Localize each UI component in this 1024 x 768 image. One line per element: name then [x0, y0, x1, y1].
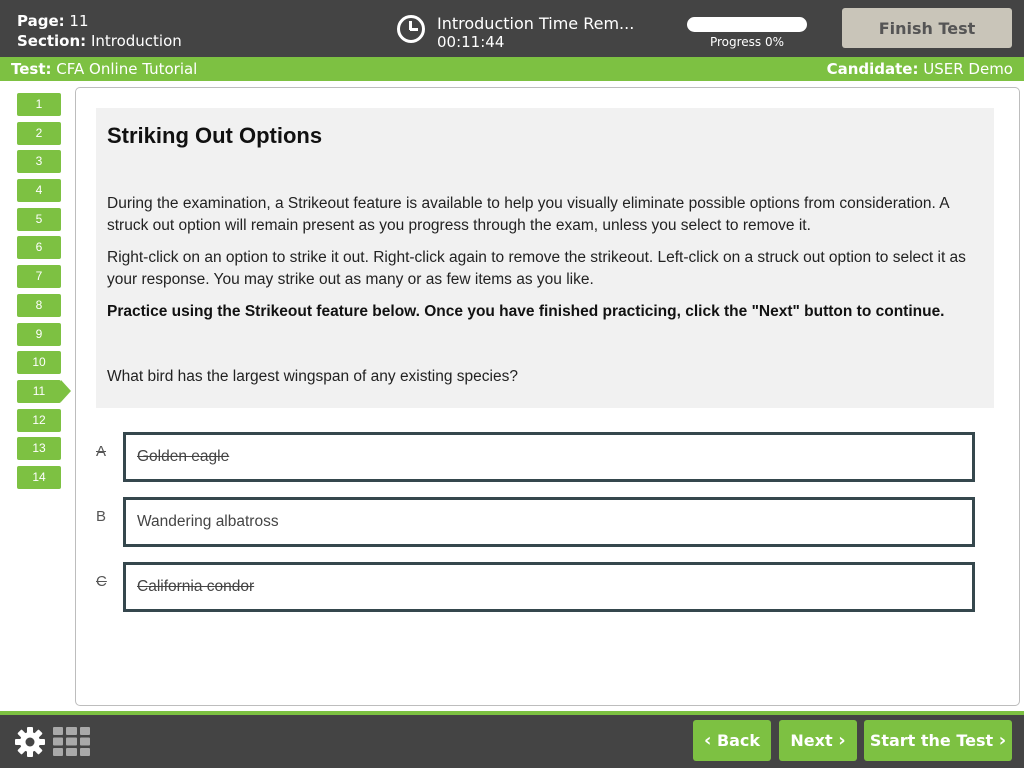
test-info: Test: CFA Online Tutorial — [11, 57, 197, 81]
next-button[interactable]: Next › — [779, 720, 857, 761]
section-label: Section: — [17, 32, 87, 50]
chevron-right-icon: › — [998, 730, 1007, 751]
option-a[interactable]: Golden eagle — [123, 432, 975, 482]
option-letter-c: C — [96, 573, 107, 590]
option-a-text: Golden eagle — [137, 448, 230, 465]
next-label: Next — [790, 731, 833, 750]
nav-item-2[interactable]: 2 — [17, 121, 61, 145]
nav-item-5[interactable]: 5 — [17, 207, 61, 231]
candidate-name: USER Demo — [923, 60, 1013, 78]
nav-item-11[interactable]: 11 — [17, 379, 71, 403]
back-label: Back — [716, 731, 761, 750]
chevron-right-icon: › — [838, 730, 846, 751]
test-name: CFA Online Tutorial — [56, 60, 198, 78]
option-c-text: California condor — [137, 578, 255, 595]
nav-item-1[interactable]: 1 — [17, 93, 61, 116]
start-label: Start the Test — [869, 731, 994, 750]
page-number: 11 — [69, 12, 89, 30]
chevron-left-icon: ‹ — [703, 730, 712, 751]
instruction-paragraph-2: Right-click on an option to strike it ou… — [107, 249, 966, 288]
progress-label: Progress 0% — [709, 35, 785, 49]
nav-item-10[interactable]: 10 — [17, 351, 61, 375]
clock-icon — [397, 15, 425, 43]
section-name: Introduction — [90, 32, 182, 50]
candidate-label: Candidate: — [826, 60, 919, 78]
nav-item-9[interactable]: 9 — [17, 322, 61, 346]
nav-item-7[interactable]: 7 — [17, 265, 61, 289]
option-c[interactable]: California condor — [123, 562, 975, 612]
instruction-paragraph-1: During the examination, a Strikeout feat… — [107, 195, 949, 234]
nav-item-3[interactable]: 3 — [17, 150, 61, 174]
timer-title: Introduction Time Rem... — [437, 14, 635, 33]
test-label: Test: — [11, 60, 52, 78]
page-navigation: 1 2 3 4 5 6 7 8 9 10 11 12 13 14 — [17, 93, 72, 495]
option-letter-a: A — [96, 443, 107, 460]
candidate-info: Candidate: USER Demo — [827, 57, 1013, 81]
back-button[interactable]: ‹ Back — [693, 720, 771, 761]
option-b[interactable]: Wandering albatross — [123, 497, 975, 547]
timer-value: 00:11:44 — [437, 33, 505, 51]
content-panel: Striking Out Options During the examinat… — [75, 87, 1020, 706]
grid-icon[interactable] — [53, 727, 90, 756]
start-test-button[interactable]: Start the Test › — [864, 720, 1012, 761]
question-title: Striking Out Options — [107, 123, 323, 148]
option-letter-b: B — [96, 508, 107, 525]
instruction-paragraph-3: Practice using the Strikeout feature bel… — [107, 303, 945, 320]
nav-item-13[interactable]: 13 — [17, 437, 61, 461]
progress-bar — [687, 17, 807, 32]
nav-item-4[interactable]: 4 — [17, 179, 61, 203]
question-prompt: What bird has the largest wingspan of an… — [107, 368, 518, 385]
option-b-text: Wandering albatross — [137, 513, 279, 530]
nav-item-6[interactable]: 6 — [17, 236, 61, 260]
gear-icon[interactable] — [14, 726, 46, 758]
nav-item-8[interactable]: 8 — [17, 293, 61, 317]
nav-item-12[interactable]: 12 — [17, 408, 61, 432]
finish-test-button[interactable]: Finish Test — [842, 8, 1012, 48]
top-header: Page: 11 Section: Introduction Introduct… — [0, 0, 1024, 57]
test-info-bar: Test: CFA Online Tutorial Candidate: USE… — [0, 57, 1024, 81]
question-box: Striking Out Options During the examinat… — [96, 108, 994, 408]
page-label: Page: — [17, 12, 65, 30]
page-section-info: Page: 11 Section: Introduction — [17, 11, 182, 51]
nav-item-14[interactable]: 14 — [17, 465, 61, 489]
